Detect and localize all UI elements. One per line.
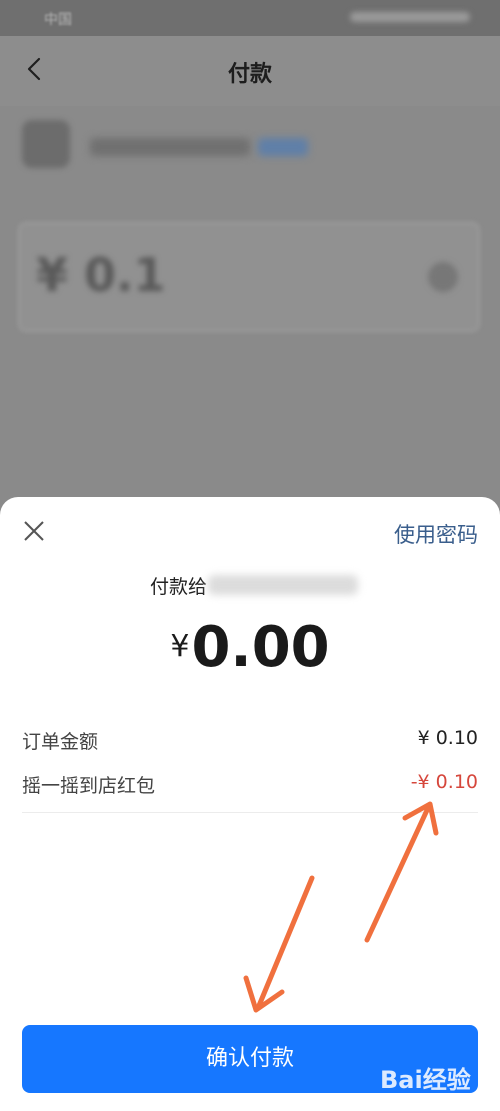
- payment-sheet: 使用密码 付款给 ¥0.00 订单金额 ¥ 0.10 摇一摇到店红包 -¥ 0.…: [0, 497, 500, 1111]
- background-page: 中国 付款 ¥ 0.1: [0, 0, 500, 520]
- order-amount-value: ¥ 0.10: [417, 727, 478, 749]
- pay-to-label: 付款给: [150, 576, 208, 598]
- red-packet-row: 摇一摇到店红包 -¥ 0.10: [22, 771, 478, 801]
- payee-name-blurred: [208, 575, 358, 595]
- red-packet-label: 摇一摇到店红包: [22, 775, 156, 797]
- status-bar: 中国: [0, 0, 500, 36]
- carrier-name: 中国: [44, 12, 72, 28]
- merchant-name-blurred: [90, 138, 250, 156]
- currency-symbol: ¥: [170, 629, 190, 664]
- clear-icon: [428, 262, 458, 292]
- page-title: 付款: [227, 62, 272, 87]
- amount-value: 0.00: [191, 615, 330, 680]
- order-amount-label: 订单金额: [22, 731, 99, 753]
- merchant-avatar: [22, 120, 70, 168]
- watermark-url: jingyan.baidu.com: [380, 1092, 454, 1101]
- close-icon[interactable]: [20, 517, 48, 545]
- red-packet-value: -¥ 0.10: [410, 771, 478, 793]
- divider: [22, 812, 478, 813]
- status-icons: [350, 12, 470, 22]
- order-amount-row: 订单金额 ¥ 0.10: [22, 727, 478, 757]
- watermark-brand: Bai经验: [380, 1066, 471, 1094]
- merchant-tag-blurred: [258, 138, 308, 156]
- use-password-link[interactable]: 使用密码: [394, 519, 478, 549]
- watermark: Bai经验 jingyan.baidu.com: [380, 1052, 492, 1101]
- payment-amount: ¥0.00: [0, 615, 500, 680]
- background-amount: ¥ 0.1: [36, 248, 166, 302]
